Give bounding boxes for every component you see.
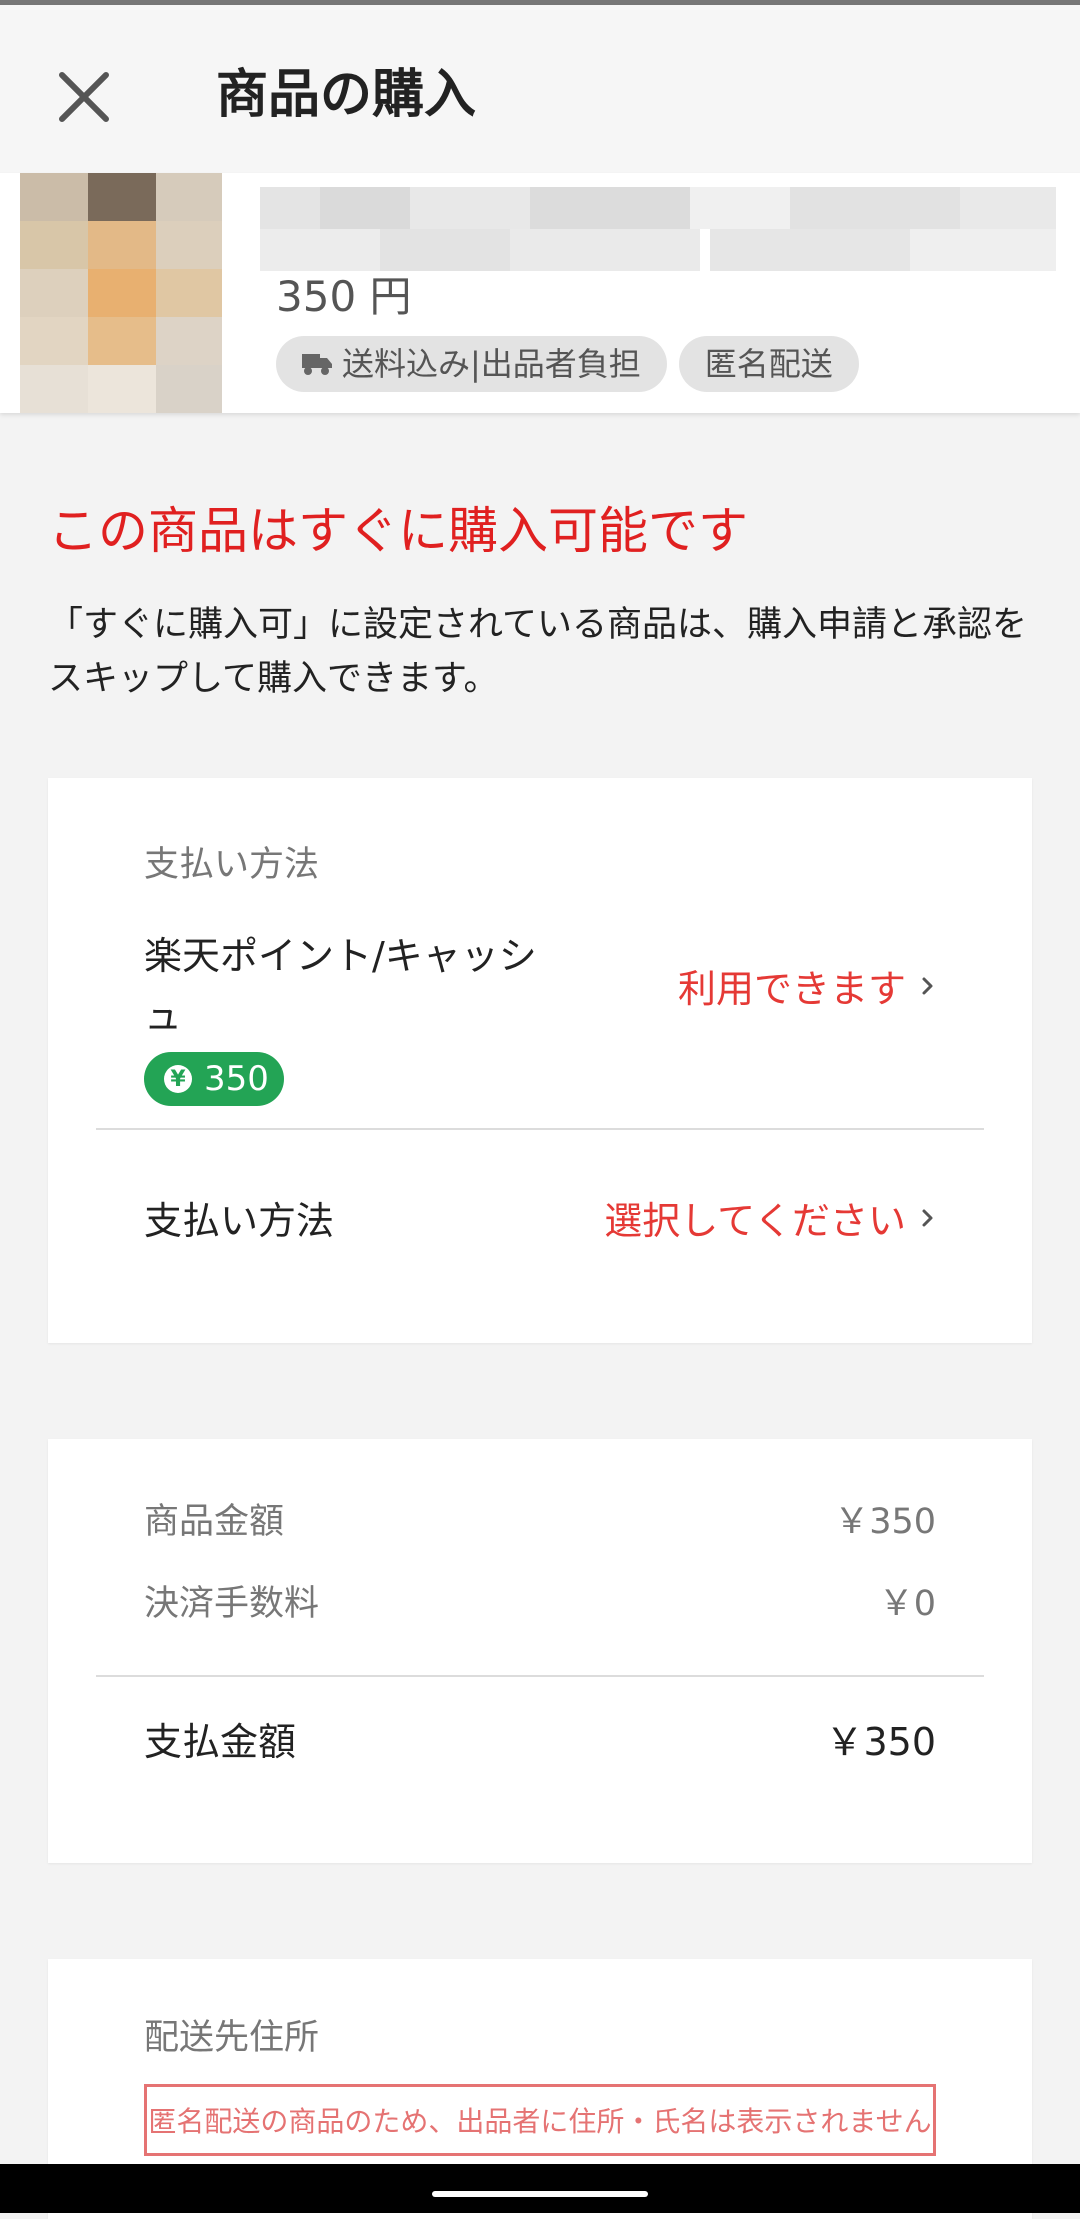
points-label-line2: ュ xyxy=(144,994,183,1038)
divider xyxy=(96,1128,984,1130)
shipping-tag-label: 送料込み|出品者負担 xyxy=(342,345,641,383)
total-value: ￥350 xyxy=(825,1720,936,1764)
total-row: 支払金額 ￥350 xyxy=(144,1711,936,1766)
close-icon[interactable] xyxy=(52,65,116,129)
item-price-row: 商品金額 ￥350 xyxy=(144,1493,936,1544)
item-thumbnail xyxy=(20,173,222,413)
fee-row: 決済手数料 ￥0 xyxy=(144,1575,936,1626)
payment-method-select-link[interactable]: 選択してください xyxy=(604,1190,936,1245)
payment-method-label: 支払い方法 xyxy=(144,1199,335,1243)
system-navigation-bar xyxy=(0,2164,1080,2213)
item-tags: 送料込み|出品者負担 匿名配送 xyxy=(276,336,859,392)
chevron-right-icon xyxy=(922,1209,933,1226)
app-bar: 商品の購入 xyxy=(0,5,1080,173)
page-title: 商品の購入 xyxy=(216,65,477,125)
yen-coin-icon: ¥ xyxy=(164,1065,192,1093)
points-balance-value: 350 xyxy=(204,1059,269,1099)
availability-heading: この商品はすぐに購入可能です xyxy=(48,502,748,560)
item-summary-card[interactable]: 350 円 送料込み|出品者負担 匿名配送 xyxy=(0,173,1080,413)
address-section-label: 配送先住所 xyxy=(144,2018,320,2058)
points-label-line1: 楽天ポイント/キャッシ xyxy=(144,934,537,978)
points-status-label: 利用できます xyxy=(677,967,906,1011)
points-balance-badge: ¥ 350 xyxy=(144,1052,284,1106)
fee-value: ￥0 xyxy=(878,1584,936,1624)
anonymous-shipping-tag-label: 匿名配送 xyxy=(704,345,833,383)
item-price-label: 商品金額 xyxy=(144,1502,285,1542)
price-summary-panel: 商品金額 ￥350 決済手数料 ￥0 支払金額 ￥350 xyxy=(48,1439,1032,1863)
availability-description: 「すぐに購入可」に設定されている商品は、購入申請と承認をスキップして購入できます… xyxy=(48,605,1027,699)
points-status-link[interactable]: 利用できます xyxy=(678,958,936,1013)
divider xyxy=(96,1675,984,1677)
anonymous-shipping-tag: 匿名配送 xyxy=(678,336,859,392)
total-label: 支払金額 xyxy=(144,1720,297,1764)
item-price: 350 円 xyxy=(276,272,412,321)
points-label: 楽天ポイント/キャッシ ュ xyxy=(144,926,584,1046)
item-price-value: ￥350 xyxy=(834,1502,936,1542)
payment-method-status: 選択してください xyxy=(604,1199,906,1243)
payment-panel: 支払い方法 楽天ポイント/キャッシ ュ 利用できます ¥ 350 支払い方法 選… xyxy=(48,778,1032,1343)
item-title-blurred xyxy=(260,187,1056,271)
home-gesture-handle[interactable] xyxy=(432,2191,648,2197)
fee-label: 決済手数料 xyxy=(144,1584,320,1624)
payment-section-label: 支払い方法 xyxy=(144,845,320,885)
truck-icon xyxy=(302,354,332,375)
shipping-tag: 送料込み|出品者負担 xyxy=(276,336,667,392)
anonymous-shipping-notice: 匿名配送の商品のため、出品者に住所・氏名は表示されません xyxy=(144,2084,936,2156)
chevron-right-icon xyxy=(922,977,933,994)
